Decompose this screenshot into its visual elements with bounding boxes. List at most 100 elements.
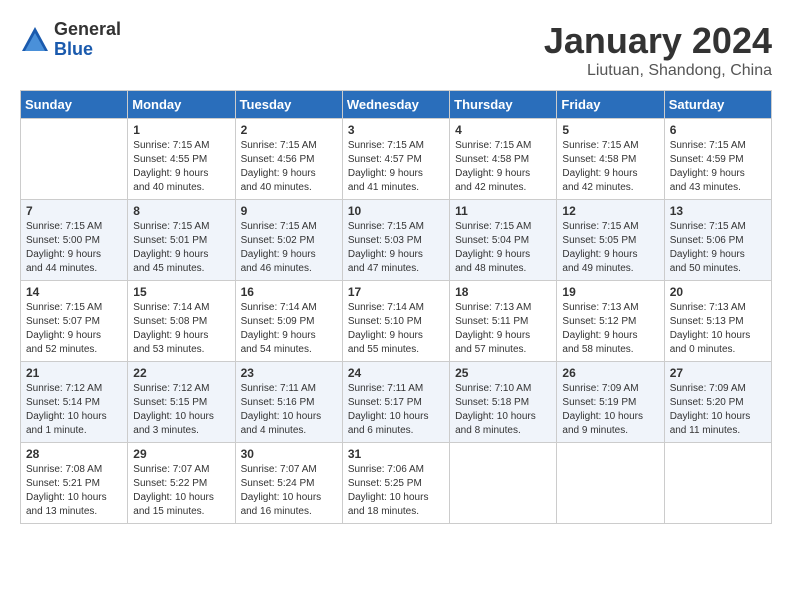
cell-sun-info: Sunrise: 7:15 AM Sunset: 5:03 PM Dayligh… <box>348 220 444 276</box>
calendar-cell: 6Sunrise: 7:15 AM Sunset: 4:59 PM Daylig… <box>664 119 771 200</box>
calendar-header-row: SundayMondayTuesdayWednesdayThursdayFrid… <box>21 91 772 119</box>
day-number: 12 <box>562 204 658 218</box>
day-header-saturday: Saturday <box>664 91 771 119</box>
calendar-subtitle: Liutuan, Shandong, China <box>544 62 772 80</box>
logo-blue: Blue <box>54 39 93 59</box>
day-number: 8 <box>133 204 229 218</box>
day-number: 11 <box>455 204 551 218</box>
day-number: 23 <box>241 366 337 380</box>
calendar-cell: 1 Sunrise: 7:15 AM Sunset: 4:55 PM Daylig… <box>128 119 235 200</box>
logo-general: General <box>54 19 121 39</box>
day-header-friday: Friday <box>557 91 664 119</box>
day-number: 9 <box>241 204 337 218</box>
calendar-cell: 21 Sunrise: 7:12 AM Sunset: 5:14 PM Dayli… <box>21 362 128 443</box>
day-number: 1 <box>133 123 229 137</box>
calendar-cell: 23 Sunrise: 7:11 AM Sunset: 5:16 PM Dayli… <box>235 362 342 443</box>
day-number: 13 <box>670 204 766 218</box>
calendar-cell: 27 Sunrise: 7:09 AM Sunset: 5:20 PM Dayli… <box>664 362 771 443</box>
cell-sun-info: Sunrise: 7:12 AM Sunset: 5:14 PM Dayligh… <box>26 382 122 438</box>
calendar-cell: 20 Sunrise: 7:13 AM Sunset: 5:13 PM Dayli… <box>664 281 771 362</box>
calendar-cell: 31Sunrise: 7:06 AM Sunset: 5:25 PM Dayli… <box>342 443 449 524</box>
calendar-cell: 11Sunrise: 7:15 AM Sunset: 5:04 PM Dayli… <box>450 200 557 281</box>
cell-sun-info: Sunrise: 7:07 AM Sunset: 5:22 PM Dayligh… <box>133 463 229 519</box>
day-number: 30 <box>241 447 337 461</box>
cell-sun-info: Sunrise: 7:15 AM Sunset: 4:56 PM Dayligh… <box>241 139 337 195</box>
cell-sun-info: Sunrise: 7:15 AM Sunset: 5:00 PM Dayligh… <box>26 220 122 276</box>
day-number: 26 <box>562 366 658 380</box>
day-header-monday: Monday <box>128 91 235 119</box>
calendar-cell: 16 Sunrise: 7:14 AM Sunset: 5:09 PM Dayli… <box>235 281 342 362</box>
cell-sun-info: Sunrise: 7:07 AM Sunset: 5:24 PM Dayligh… <box>241 463 337 519</box>
cell-sun-info: Sunrise: 7:13 AM Sunset: 5:13 PM Dayligh… <box>670 301 766 357</box>
calendar-cell: 5 Sunrise: 7:15 AM Sunset: 4:58 PM Daylig… <box>557 119 664 200</box>
day-number: 24 <box>348 366 444 380</box>
day-number: 10 <box>348 204 444 218</box>
cell-sun-info: Sunrise: 7:15 AM Sunset: 4:58 PM Dayligh… <box>455 139 551 195</box>
page-header: General Blue January 2024 Liutuan, Shand… <box>20 20 772 80</box>
cell-sun-info: Sunrise: 7:13 AM Sunset: 5:11 PM Dayligh… <box>455 301 551 357</box>
day-header-tuesday: Tuesday <box>235 91 342 119</box>
calendar-cell: 9Sunrise: 7:15 AM Sunset: 5:02 PM Daylig… <box>235 200 342 281</box>
day-number: 7 <box>26 204 122 218</box>
day-number: 14 <box>26 285 122 299</box>
day-number: 6 <box>670 123 766 137</box>
calendar-cell: 28Sunrise: 7:08 AM Sunset: 5:21 PM Dayli… <box>21 443 128 524</box>
cell-sun-info: Sunrise: 7:15 AM Sunset: 5:07 PM Dayligh… <box>26 301 122 357</box>
day-number: 3 <box>348 123 444 137</box>
cell-sun-info: Sunrise: 7:15 AM Sunset: 5:06 PM Dayligh… <box>670 220 766 276</box>
cell-sun-info: Sunrise: 7:09 AM Sunset: 5:20 PM Dayligh… <box>670 382 766 438</box>
calendar-cell <box>664 443 771 524</box>
week-row-5: 28Sunrise: 7:08 AM Sunset: 5:21 PM Dayli… <box>21 443 772 524</box>
cell-sun-info: Sunrise: 7:09 AM Sunset: 5:19 PM Dayligh… <box>562 382 658 438</box>
calendar-cell: 17 Sunrise: 7:14 AM Sunset: 5:10 PM Dayli… <box>342 281 449 362</box>
calendar-body: 1 Sunrise: 7:15 AM Sunset: 4:55 PM Daylig… <box>21 119 772 524</box>
calendar-cell: 25Sunrise: 7:10 AM Sunset: 5:18 PM Dayli… <box>450 362 557 443</box>
cell-sun-info: Sunrise: 7:15 AM Sunset: 5:01 PM Dayligh… <box>133 220 229 276</box>
calendar-cell <box>21 119 128 200</box>
day-number: 4 <box>455 123 551 137</box>
day-number: 31 <box>348 447 444 461</box>
day-number: 29 <box>133 447 229 461</box>
cell-sun-info: Sunrise: 7:11 AM Sunset: 5:16 PM Dayligh… <box>241 382 337 438</box>
day-number: 20 <box>670 285 766 299</box>
title-block: January 2024 Liutuan, Shandong, China <box>544 20 772 80</box>
day-number: 18 <box>455 285 551 299</box>
day-number: 28 <box>26 447 122 461</box>
cell-sun-info: Sunrise: 7:13 AM Sunset: 5:12 PM Dayligh… <box>562 301 658 357</box>
week-row-1: 1 Sunrise: 7:15 AM Sunset: 4:55 PM Daylig… <box>21 119 772 200</box>
day-number: 27 <box>670 366 766 380</box>
day-number: 21 <box>26 366 122 380</box>
logo-icon <box>20 25 50 55</box>
day-number: 5 <box>562 123 658 137</box>
day-number: 16 <box>241 285 337 299</box>
calendar-cell <box>450 443 557 524</box>
day-header-sunday: Sunday <box>21 91 128 119</box>
cell-sun-info: Sunrise: 7:14 AM Sunset: 5:10 PM Dayligh… <box>348 301 444 357</box>
calendar-cell: 10 Sunrise: 7:15 AM Sunset: 5:03 PM Dayli… <box>342 200 449 281</box>
day-number: 17 <box>348 285 444 299</box>
calendar-cell: 24Sunrise: 7:11 AM Sunset: 5:17 PM Dayli… <box>342 362 449 443</box>
cell-sun-info: Sunrise: 7:14 AM Sunset: 5:08 PM Dayligh… <box>133 301 229 357</box>
calendar-cell: 2 Sunrise: 7:15 AM Sunset: 4:56 PM Daylig… <box>235 119 342 200</box>
calendar-cell: 8 Sunrise: 7:15 AM Sunset: 5:01 PM Daylig… <box>128 200 235 281</box>
cell-sun-info: Sunrise: 7:15 AM Sunset: 5:05 PM Dayligh… <box>562 220 658 276</box>
cell-sun-info: Sunrise: 7:14 AM Sunset: 5:09 PM Dayligh… <box>241 301 337 357</box>
calendar-cell: 13 Sunrise: 7:15 AM Sunset: 5:06 PM Dayli… <box>664 200 771 281</box>
day-number: 2 <box>241 123 337 137</box>
calendar-cell: 4 Sunrise: 7:15 AM Sunset: 4:58 PM Daylig… <box>450 119 557 200</box>
cell-sun-info: Sunrise: 7:15 AM Sunset: 4:58 PM Dayligh… <box>562 139 658 195</box>
cell-sun-info: Sunrise: 7:15 AM Sunset: 4:57 PM Dayligh… <box>348 139 444 195</box>
calendar-cell: 22Sunrise: 7:12 AM Sunset: 5:15 PM Dayli… <box>128 362 235 443</box>
calendar-cell: 29 Sunrise: 7:07 AM Sunset: 5:22 PM Dayli… <box>128 443 235 524</box>
calendar-cell <box>557 443 664 524</box>
calendar-cell: 19Sunrise: 7:13 AM Sunset: 5:12 PM Dayli… <box>557 281 664 362</box>
logo: General Blue <box>20 20 121 60</box>
day-header-wednesday: Wednesday <box>342 91 449 119</box>
cell-sun-info: Sunrise: 7:12 AM Sunset: 5:15 PM Dayligh… <box>133 382 229 438</box>
calendar-cell: 15Sunrise: 7:14 AM Sunset: 5:08 PM Dayli… <box>128 281 235 362</box>
week-row-3: 14 Sunrise: 7:15 AM Sunset: 5:07 PM Dayli… <box>21 281 772 362</box>
cell-sun-info: Sunrise: 7:15 AM Sunset: 4:55 PM Dayligh… <box>133 139 229 195</box>
calendar-table: SundayMondayTuesdayWednesdayThursdayFrid… <box>20 90 772 524</box>
week-row-2: 7 Sunrise: 7:15 AM Sunset: 5:00 PM Daylig… <box>21 200 772 281</box>
cell-sun-info: Sunrise: 7:10 AM Sunset: 5:18 PM Dayligh… <box>455 382 551 438</box>
